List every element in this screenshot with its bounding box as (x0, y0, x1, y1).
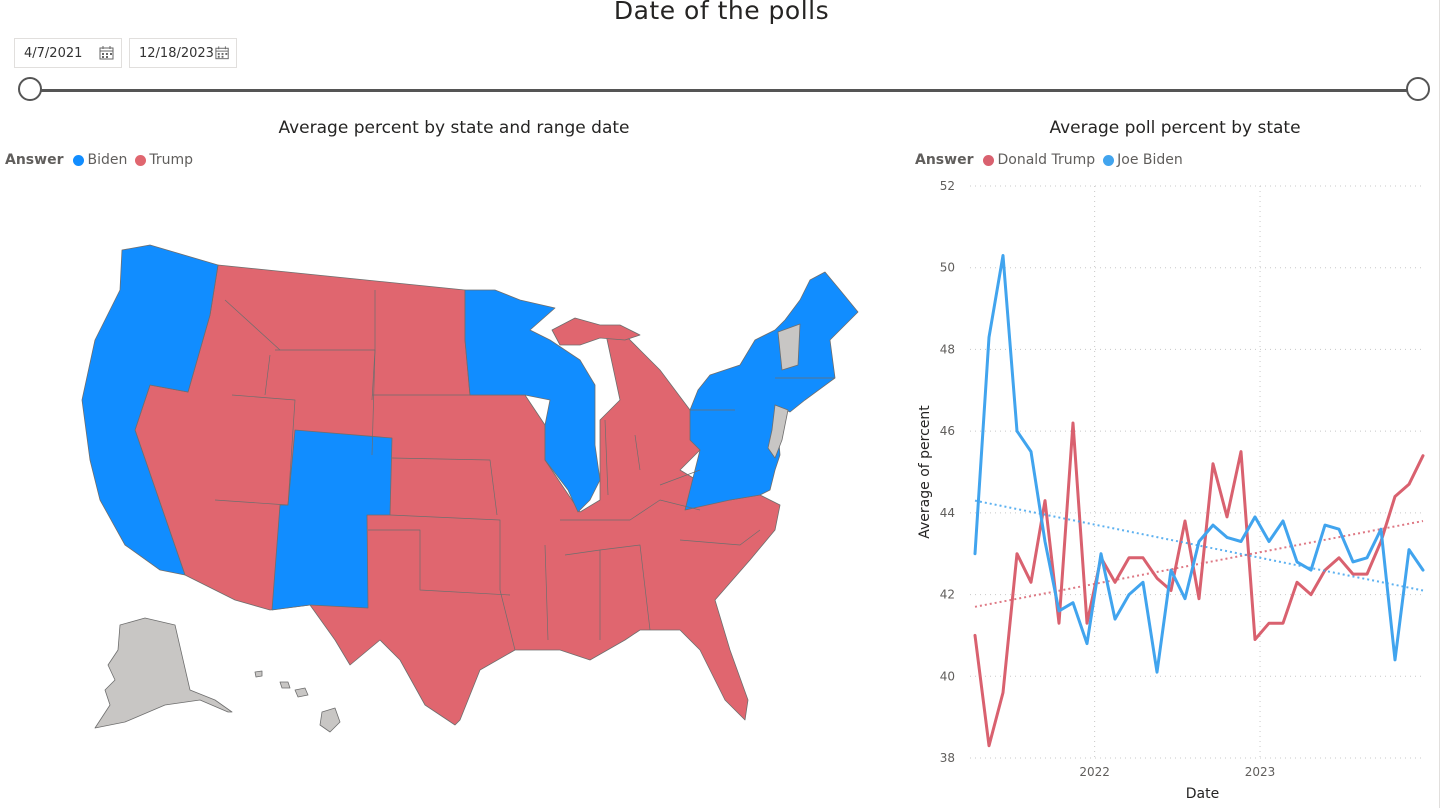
biden-color-dot (73, 154, 85, 166)
map-region-no-data-ak[interactable] (94, 617, 233, 729)
scrollbar-edge (1439, 0, 1440, 808)
x-tick-label: 2022 (1079, 765, 1110, 779)
date-range-end-handle[interactable] (1406, 77, 1430, 101)
end-date-input[interactable]: 12/18/2023 (129, 38, 237, 68)
line-legend: Answer Donald Trump Joe Biden (915, 152, 1191, 168)
start-date-input[interactable]: 4/7/2021 (14, 38, 122, 68)
map-region-no-data-vt[interactable] (777, 323, 801, 371)
biden-series-color-dot (1103, 154, 1115, 166)
end-date-value: 12/18/2023 (139, 45, 214, 61)
y-tick-label: 44 (940, 506, 955, 520)
map-legend-item-trump[interactable]: Trump (135, 152, 193, 168)
calendar-icon[interactable] (214, 45, 231, 61)
date-range-slider-track[interactable] (30, 89, 1420, 92)
trump-series-color-dot (983, 154, 995, 166)
series-line-joe-biden[interactable] (973, 254, 1425, 674)
map-region-no-data-hi[interactable] (254, 670, 341, 733)
x-axis-title: Date (1186, 786, 1219, 802)
y-tick-label: 46 (940, 424, 955, 438)
date-range-start-handle[interactable] (18, 77, 42, 101)
map-region-trump-interior[interactable] (134, 264, 781, 726)
us-states-filled-map[interactable] (0, 180, 905, 750)
calendar-icon[interactable] (98, 45, 116, 61)
y-tick-label: 52 (940, 179, 955, 193)
trump-color-dot (135, 154, 147, 166)
x-tick-label: 2023 (1245, 765, 1276, 779)
line-legend-label-trump: Donald Trump (997, 152, 1096, 168)
page-title: Date of the polls (613, 0, 830, 25)
y-tick-label: 40 (940, 669, 955, 683)
series-line-donald-trump[interactable] (973, 421, 1425, 748)
map-region-biden-east[interactable] (684, 271, 859, 511)
map-legend-label-biden: Biden (87, 152, 128, 168)
y-tick-label: 38 (940, 751, 955, 765)
start-date-value: 4/7/2021 (24, 45, 83, 61)
line-legend-item-trump[interactable]: Donald Trump (983, 152, 1095, 168)
map-legend-item-biden[interactable]: Biden (73, 152, 127, 168)
line-visual-title: Average poll percent by state (1049, 118, 1301, 138)
y-tick-label: 50 (940, 261, 955, 275)
map-visual-title: Average percent by state and range date (278, 118, 630, 138)
y-tick-label: 42 (940, 588, 955, 602)
line-legend-title: Answer (915, 152, 974, 168)
map-legend: Answer Biden Trump (5, 152, 201, 168)
map-legend-label-trump: Trump (149, 152, 193, 168)
map-legend-title: Answer (5, 152, 64, 168)
line-chart[interactable]: 38 40 42 44 46 48 50 52 2022 2023 Date Average of p… (905, 170, 1435, 806)
y-tick-label: 48 (940, 342, 955, 356)
y-axis-title: Average of percent (917, 405, 933, 539)
line-legend-label-biden: Joe Biden (1117, 152, 1183, 168)
line-legend-item-biden[interactable]: Joe Biden (1103, 152, 1183, 168)
